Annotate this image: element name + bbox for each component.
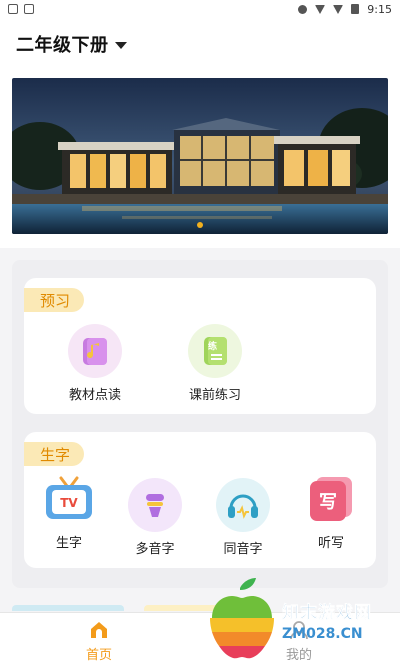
wifi-icon [315, 4, 326, 14]
tab-home[interactable]: 首页 [59, 619, 139, 663]
polyphonic-characters-label: 多音字 [135, 542, 175, 557]
microphone-icon [128, 478, 182, 532]
feature-panel: 预习 教材点读 练 课前练习 生字 TV 生字 多音字 同音字 写 听写 [12, 260, 388, 588]
homophone-characters-button[interactable]: 同音字 [198, 478, 288, 557]
section-tag-characters: 生字 [24, 442, 85, 466]
caret-down-icon [114, 41, 127, 49]
headphones-icon [216, 478, 270, 532]
card-preview-yellow [144, 605, 256, 611]
new-characters-label: 生字 [55, 536, 82, 551]
preview-section: 预习 教材点读 练 课前练习 [24, 278, 376, 414]
banner-dot-active[interactable] [197, 222, 203, 228]
status-bar: 9:15 [0, 0, 400, 18]
signal-icon [333, 4, 344, 14]
textbook-reading-label: 教材点读 [68, 388, 121, 403]
home-icon [91, 622, 107, 638]
header: 二年级下册 [0, 18, 400, 70]
homophone-characters-label: 同音字 [223, 542, 263, 557]
tab-mine[interactable]: 我的 [259, 619, 339, 663]
pre-class-practice-label: 课前练习 [188, 388, 241, 403]
banner-area [0, 70, 400, 248]
section-tag-preview: 预习 [24, 288, 85, 312]
tv-icon-text: TV [60, 496, 78, 510]
house-night-illustration [12, 78, 388, 234]
tab-mine-label: 我的 [285, 648, 312, 663]
write-card-icon: 写 [304, 472, 358, 526]
textbook-reading-button[interactable]: 教材点读 [50, 324, 140, 403]
notification-icon [8, 4, 18, 14]
banner-pagination [0, 222, 400, 228]
dictation-label: 听写 [317, 536, 344, 551]
user-icon [290, 621, 308, 640]
practice-char: 练 [208, 340, 217, 352]
banner-image[interactable] [12, 78, 388, 234]
grade-selector-label: 二年级下册 [16, 35, 109, 56]
tab-home-label: 首页 [85, 648, 112, 663]
write-char: 写 [319, 492, 337, 513]
new-characters-button[interactable]: TV 生字 [24, 472, 114, 551]
location-icon [298, 4, 308, 14]
practice-book-icon: 练 [188, 324, 242, 378]
polyphonic-characters-button[interactable]: 多音字 [110, 478, 200, 557]
battery-icon [351, 4, 360, 14]
book-music-icon [68, 324, 122, 378]
new-characters-section: 生字 TV 生字 多音字 同音字 写 听写 [24, 432, 376, 568]
app-notification-icon [24, 4, 34, 14]
card-preview-blue [12, 605, 124, 611]
tv-icon: TV [42, 472, 96, 526]
bottom-tab-bar: 首页 我的 [0, 612, 400, 666]
grade-selector[interactable]: 二年级下册 [16, 31, 127, 57]
status-time: 9:15 [367, 2, 392, 16]
dictation-button[interactable]: 写 听写 [286, 472, 376, 551]
pre-class-practice-button[interactable]: 练 课前练习 [170, 324, 260, 403]
